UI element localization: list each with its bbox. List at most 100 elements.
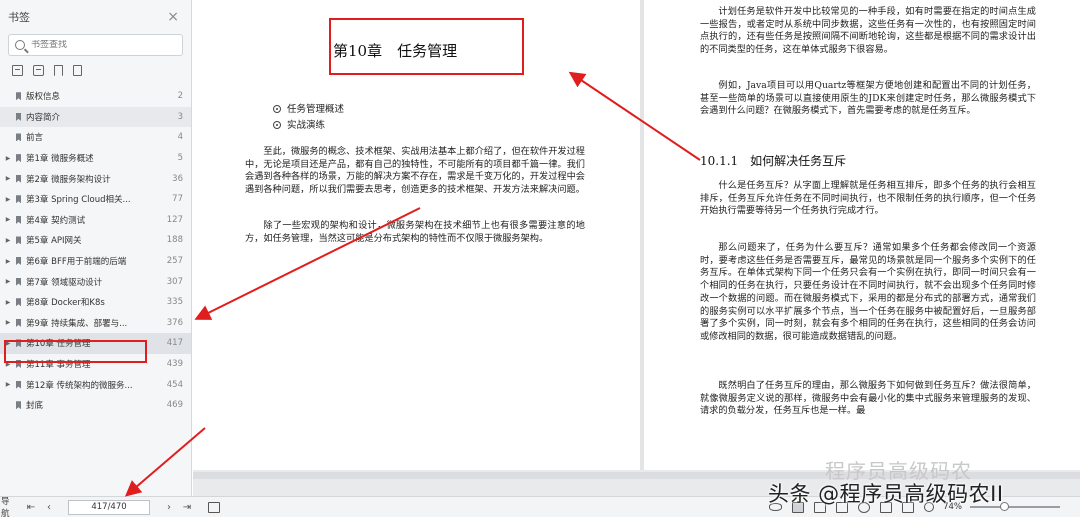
bookmark-page-number: 3 (177, 111, 183, 122)
expand-arrow-icon[interactable]: ▶ (2, 216, 14, 223)
section-title: 10.1.1 如何解决任务互斥 (700, 154, 847, 168)
expand-arrow-icon[interactable]: ▶ (2, 196, 14, 203)
bookmark-icon[interactable] (54, 64, 63, 76)
bookmark-search-input[interactable] (31, 40, 171, 50)
next-page-icon[interactable]: › (162, 502, 176, 513)
highlight-box-sidebar (4, 340, 147, 363)
bookmark-item[interactable]: ▶ 第4章 契约测试 127 (0, 210, 191, 231)
bookmark-item[interactable]: ▶版权信息2 (0, 86, 191, 107)
bookmark-sidebar: 书签 × ▶ 版权信息 2 ▶ 内容简介 3 ▶ 前言 4 ▶ 第1章 微服务概述 5 ▶ 第2章 微服务… (0, 0, 192, 496)
bookmark-item[interactable]: ▶ 第5章 API网关 188 (0, 230, 191, 251)
bookmark-page-number: 376 (166, 317, 183, 328)
paragraph: 除了一些宏观的架构和设计，微服务架构在技术细节上也有很多需要注意的地方，如任务管… (245, 220, 585, 244)
bookmark-search-box[interactable] (8, 34, 183, 56)
bookmark-flag-icon (16, 318, 21, 327)
paragraph: 什么是任务互斥？从字面上理解就是任务相互排斥，即多个任务的执行会相互排斥，任务互… (700, 180, 1036, 217)
bookmark-page-number: 77 (172, 194, 183, 205)
expand-arrow-icon[interactable]: ▶ (2, 299, 14, 306)
bookmark-label: 第5章 API网关 (26, 236, 82, 247)
toc-item[interactable]: 任务管理概述 (273, 102, 344, 118)
expand-arrow-icon[interactable]: ▶ (2, 319, 14, 326)
bookmark-flag-icon (16, 154, 21, 163)
exit-icon[interactable] (208, 501, 220, 513)
bullet-icon (273, 105, 281, 113)
bookmark-flag-icon (16, 92, 21, 101)
page-right: 计划任务是软件开发中比较常见的一种手段，如有时需要在指定的时间点生成一些报告，或… (644, 0, 1080, 470)
expand-arrow-icon[interactable]: ▶ (2, 175, 14, 182)
paragraph: 至此，微服务的概念、技术框架、实战用法基本上都介绍了，但在软件开发过程中，无论是… (245, 146, 585, 196)
expand-arrow-icon[interactable]: ▶ (2, 237, 14, 244)
bookmark-label: 第12章 传统架构的微服务... (26, 380, 133, 391)
paragraph: 例如，Java项目可以用Quartz等框架方便地创建和配置出不同的计划任务，甚至… (700, 80, 1036, 117)
bookmark-page-number: 257 (166, 256, 183, 267)
toc-item[interactable]: 实战演练 (273, 118, 344, 134)
add-bookmark-icon[interactable] (12, 64, 23, 76)
page-left: 第10章 任务管理 任务管理概述 实战演练 至此，微服务的概念、技术框架、实战用… (193, 0, 640, 470)
bookmark-item[interactable]: ▶ 第3章 Spring Cloud相关... 77 (0, 189, 191, 210)
bookmark-page-number: 307 (166, 276, 183, 287)
watermark-text: 头条 @程序员高级码农II (768, 482, 1004, 506)
bookmark-page-number: 417 (166, 338, 183, 349)
sidebar-header: 书签 × (0, 0, 191, 34)
expand-arrow-icon[interactable]: ▶ (2, 258, 14, 265)
bookmark-page-number: 454 (166, 379, 183, 390)
bookmark-label: 第2章 微服务架构设计 (26, 174, 111, 185)
bookmark-item[interactable]: ▶封底469 (0, 395, 191, 416)
expand-arrow-icon[interactable]: ▶ (2, 381, 14, 388)
last-page-icon[interactable]: ⇥ (180, 502, 194, 513)
document-view[interactable]: 第10章 任务管理 任务管理概述 实战演练 至此，微服务的概念、技术框架、实战用… (193, 0, 1080, 496)
bookmark-flag-icon (16, 236, 21, 245)
prev-page-icon[interactable]: ‹ (42, 502, 56, 513)
paragraph: 那么问题来了，任务为什么要互斥？通常如果多个任务都会修改同一个资源时，要考虑这些… (700, 242, 1036, 342)
bookmark-page-number: 4 (177, 132, 183, 143)
bookmark-flag-icon (16, 257, 21, 266)
bookmark-label: 第7章 领域驱动设计 (26, 277, 103, 288)
paragraph: 既然明白了任务互斥的理由，那么微服务下如何做到任务互斥？做法很简单，就像微服务定… (700, 380, 1036, 417)
bookmark-item[interactable]: ▶ 第9章 持续集成、部署与... 376 (0, 313, 191, 334)
first-page-icon[interactable]: ⇤ (24, 502, 38, 513)
bookmark-page-number: 188 (166, 235, 183, 246)
expand-arrow-icon[interactable]: ▶ (2, 155, 14, 162)
bookmark-item[interactable]: ▶ 第2章 微服务架构设计 36 (0, 168, 191, 189)
bookmark-label: 第9章 持续集成、部署与... (26, 318, 128, 329)
bookmark-item[interactable]: ▶ 第6章 BFF用于前端的后端 257 (0, 251, 191, 272)
delete-bookmark-icon[interactable] (33, 64, 44, 76)
bookmark-label: 第6章 BFF用于前端的后端 (26, 257, 127, 268)
bookmark-label: 第3章 Spring Cloud相关... (26, 195, 131, 206)
bookmark-label: 版权信息 (26, 92, 61, 103)
bookmark-flag-icon (16, 174, 21, 183)
search-icon (15, 40, 25, 50)
sidebar-toolbar (0, 56, 191, 84)
bookmark-flag-icon (16, 401, 21, 410)
bullet-icon (273, 121, 281, 129)
bookmark-flag-icon (16, 215, 21, 224)
page-number-input[interactable]: 417/470 (68, 499, 150, 515)
bookmark-label: 前言 (26, 133, 44, 144)
bookmark-page-number: 335 (166, 297, 183, 308)
expand-arrow-icon[interactable]: ▶ (2, 278, 14, 285)
bookmark-label: 第4章 契约测试 (26, 215, 86, 226)
bookmark-item[interactable]: ▶ 第12章 传统架构的微服务... 454 (0, 374, 191, 395)
bookmark-item[interactable]: ▶前言4 (0, 127, 191, 148)
bookmark-flag-icon (16, 277, 21, 286)
bookmark-label: 第1章 微服务概述 (26, 154, 94, 165)
bookmark-page-number: 127 (166, 214, 183, 225)
bookmark-item[interactable]: ▶ 第8章 Docker和K8s 335 (0, 292, 191, 313)
bookmark-page-number: 2 (177, 91, 183, 102)
sidebar-title: 书签 (8, 11, 30, 24)
highlight-box-chapter-title (329, 18, 524, 75)
bookmark-page-number: 439 (166, 359, 183, 370)
bookmark-flag-icon (16, 195, 21, 204)
bookmark-label: 内容简介 (26, 112, 61, 123)
close-icon[interactable]: × (167, 9, 179, 25)
bookmark-flag-icon (16, 298, 21, 307)
bookmark-page-number: 36 (172, 173, 183, 184)
bookmark-item[interactable]: ▶内容简介3 (0, 106, 191, 128)
nav-label: 导航 (1, 497, 10, 517)
bookmark-flag-icon (16, 380, 21, 389)
bookmark-flag-icon (16, 133, 21, 142)
bookmark-item[interactable]: ▶ 第1章 微服务概述 5 (0, 148, 191, 169)
bookmark-item[interactable]: ▶ 第7章 领域驱动设计 307 (0, 271, 191, 292)
bookmark-label: 封底 (26, 401, 44, 412)
bookmark-settings-icon[interactable] (73, 64, 82, 76)
